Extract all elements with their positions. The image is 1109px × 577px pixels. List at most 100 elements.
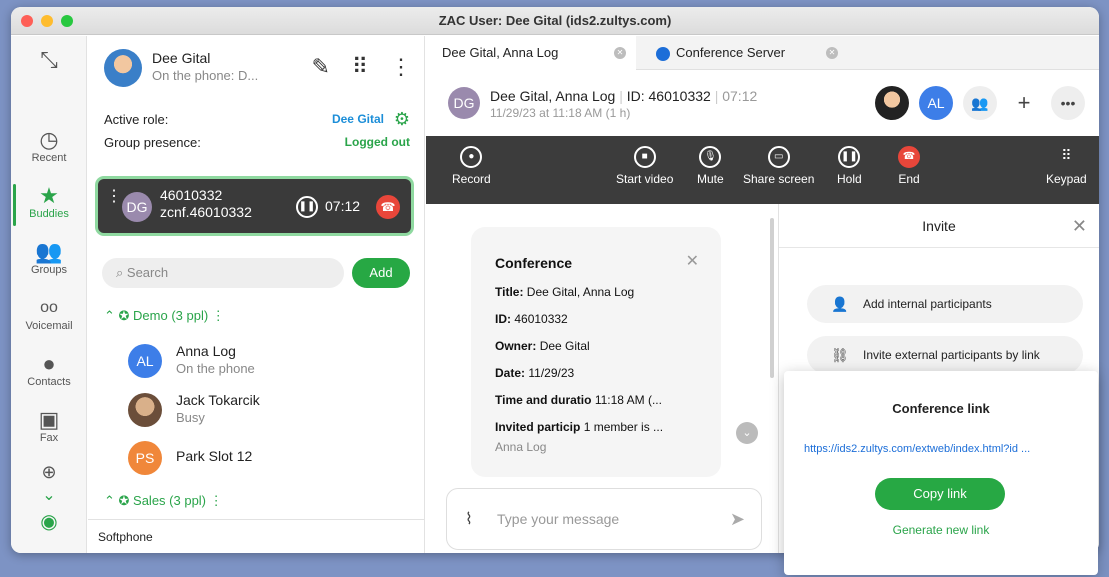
close-icon[interactable]: ✕	[686, 251, 699, 271]
mute-button[interactable]: 🎙 Mute	[697, 146, 724, 186]
field-value: 46010332	[514, 312, 568, 326]
conference-invited-row: Invited particip 1 member is ...	[495, 420, 697, 434]
attachment-icon[interactable]: ⌇	[465, 509, 473, 529]
panel-resizer[interactable]	[768, 204, 776, 553]
toolbar-label: Share screen	[743, 172, 815, 186]
more-horizontal-icon[interactable]: •••	[1051, 86, 1085, 120]
conference-info-card: Conference ✕ Title: Dee Gital, Anna Log …	[471, 227, 721, 477]
rail-item-voicemail[interactable]: oo Voicemail	[11, 296, 87, 332]
conference-link-url[interactable]: https://ids2.zultys.com/extweb/index.htm…	[804, 443, 1030, 455]
call-title: Dee Gital, Anna Log	[490, 88, 616, 104]
rail-label: Contacts	[27, 376, 71, 388]
tab-conversation[interactable]: Dee Gital, Anna Log ✕	[426, 36, 636, 70]
avatar: PS	[128, 441, 162, 475]
buddy-panel: Dee Gital On the phone: D... ✎ ⠿ ⋮ Activ…	[88, 36, 433, 553]
collapse-button[interactable]: ⤡	[11, 48, 87, 72]
start-video-button[interactable]: ■ Start video	[616, 146, 673, 186]
list-item[interactable]: Jack Tokarcik Busy	[118, 389, 398, 429]
call-timer: 07:12	[325, 198, 361, 214]
group-header-sales[interactable]: ⌃ ✪ Sales (3 ppl) ⋮	[104, 493, 223, 509]
video-camera-icon: ■	[633, 146, 656, 168]
avatar	[128, 393, 162, 427]
close-icon[interactable]: ✕	[1072, 204, 1087, 248]
call-number: 46010332 zcnf.46010332	[160, 187, 252, 221]
pause-icon[interactable]: ❚❚	[296, 196, 318, 218]
rail-item-web[interactable]: ⊕	[11, 460, 87, 484]
end-button[interactable]: ☎ End	[898, 146, 920, 186]
microphone-icon: 🎙	[699, 146, 722, 168]
rail-item-groups[interactable]: 👥 Groups	[11, 240, 87, 277]
rail-item-location[interactable]: ◉	[11, 510, 87, 534]
option-label: Invite external participants by link	[863, 348, 1040, 362]
close-icon[interactable]: ✕	[614, 47, 626, 59]
conference-title-row: Title: Dee Gital, Anna Log	[495, 285, 697, 299]
rail-item-recent[interactable]: ◷ Recent	[11, 127, 87, 165]
more-vertical-icon[interactable]: ⋮	[206, 493, 223, 508]
buddy-status: On the phone	[176, 361, 255, 376]
avatar[interactable]	[875, 86, 909, 120]
chevron-up-icon: ⌃	[104, 308, 119, 323]
avatar[interactable]	[104, 49, 142, 87]
drag-handle-icon[interactable]: ⋮	[106, 189, 122, 205]
toolbar-label: Hold	[837, 172, 862, 186]
option-label: Add internal participants	[863, 297, 992, 311]
keypad-button[interactable]: ⠿ Keypad	[1046, 146, 1087, 186]
location-pin-icon: ◉	[40, 511, 58, 533]
active-role-value[interactable]: Dee Gital	[332, 112, 384, 126]
dialpad-icon[interactable]: ⠿	[352, 54, 368, 80]
softphone-bar[interactable]: Softphone	[88, 519, 425, 553]
avatar[interactable]: AL	[919, 86, 953, 120]
conference-heading: Conference	[495, 255, 573, 271]
minimize-window-button[interactable]	[41, 15, 53, 27]
add-internal-participants-button[interactable]: 👤 Add internal participants	[807, 285, 1083, 323]
hold-button[interactable]: ❚❚ Hold	[837, 146, 862, 186]
add-button[interactable]: Add	[352, 258, 410, 288]
rail-label: Fax	[39, 432, 59, 444]
group-label: Demo (3 ppl)	[133, 308, 209, 323]
copy-link-button[interactable]: Copy link	[875, 478, 1005, 510]
close-window-button[interactable]	[21, 15, 33, 27]
list-item[interactable]: PS Park Slot 12	[118, 437, 398, 477]
field-label: ID:	[495, 312, 511, 326]
field-label: Invited particip	[495, 420, 581, 434]
rail-label: Voicemail	[25, 320, 73, 332]
group-star-icon: ✪	[118, 493, 134, 508]
group-header-demo[interactable]: ⌃ ✪ Demo (3 ppl) ⋮	[104, 308, 225, 324]
conference-time-row: Time and duratio 11:18 AM (...	[495, 393, 697, 407]
field-value: Dee Gital	[539, 339, 590, 353]
rail-item-fax[interactable]: ▣ Fax	[11, 408, 87, 445]
group-presence-label: Group presence:	[104, 135, 201, 150]
call-toolbar: ● Record ■ Start video 🎙 Mute ▭ Share sc…	[426, 136, 1099, 204]
rail-item-contacts[interactable]: ● Contacts	[11, 352, 87, 389]
add-icon[interactable]: +	[1007, 86, 1041, 120]
more-vertical-icon[interactable]: ⋮	[390, 54, 412, 80]
scrollbar[interactable]	[770, 218, 774, 378]
search-input[interactable]: ⌕ Search	[102, 258, 344, 288]
share-screen-button[interactable]: ▭ Share screen	[743, 146, 814, 186]
rail-more-button[interactable]: ⌄	[11, 484, 87, 508]
maximize-window-button[interactable]	[61, 15, 73, 27]
record-button[interactable]: ● Record	[452, 146, 491, 186]
call-number-sub: zcnf.46010332	[160, 204, 252, 220]
send-icon[interactable]: ➤	[730, 509, 745, 530]
message-input[interactable]: ⌇ Type your message ➤	[446, 488, 762, 550]
toolbar-label: Record	[452, 172, 491, 186]
clock-icon: ◷	[39, 127, 59, 152]
profile-name: Dee Gital	[152, 50, 211, 66]
invite-header: Invite ✕	[779, 204, 1099, 248]
rail-item-buddies[interactable]: ★ Buddies	[11, 184, 87, 221]
scroll-down-button[interactable]: ⌄	[736, 422, 758, 444]
search-placeholder: Search	[126, 265, 169, 280]
invite-by-link-button[interactable]: ⛓ Invite external participants by link	[807, 336, 1083, 374]
more-vertical-icon[interactable]: ⋮	[208, 308, 225, 323]
tab-conference-server[interactable]: Conference Server ✕	[638, 36, 848, 70]
gear-icon[interactable]: ⚙	[394, 109, 410, 130]
edit-icon[interactable]: ✎	[311, 54, 329, 80]
list-item[interactable]: AL Anna Log On the phone	[118, 340, 398, 380]
generate-new-link-button[interactable]: Generate new link	[784, 523, 1098, 537]
active-call-card[interactable]: ⋮ DG 46010332 zcnf.46010332 ❚❚ 07:12 ☎	[98, 179, 411, 233]
group-presence-value[interactable]: Logged out	[345, 135, 410, 149]
end-call-button[interactable]: ☎	[376, 195, 400, 219]
close-icon[interactable]: ✕	[826, 47, 838, 59]
participants-icon[interactable]: 👥	[963, 86, 997, 120]
